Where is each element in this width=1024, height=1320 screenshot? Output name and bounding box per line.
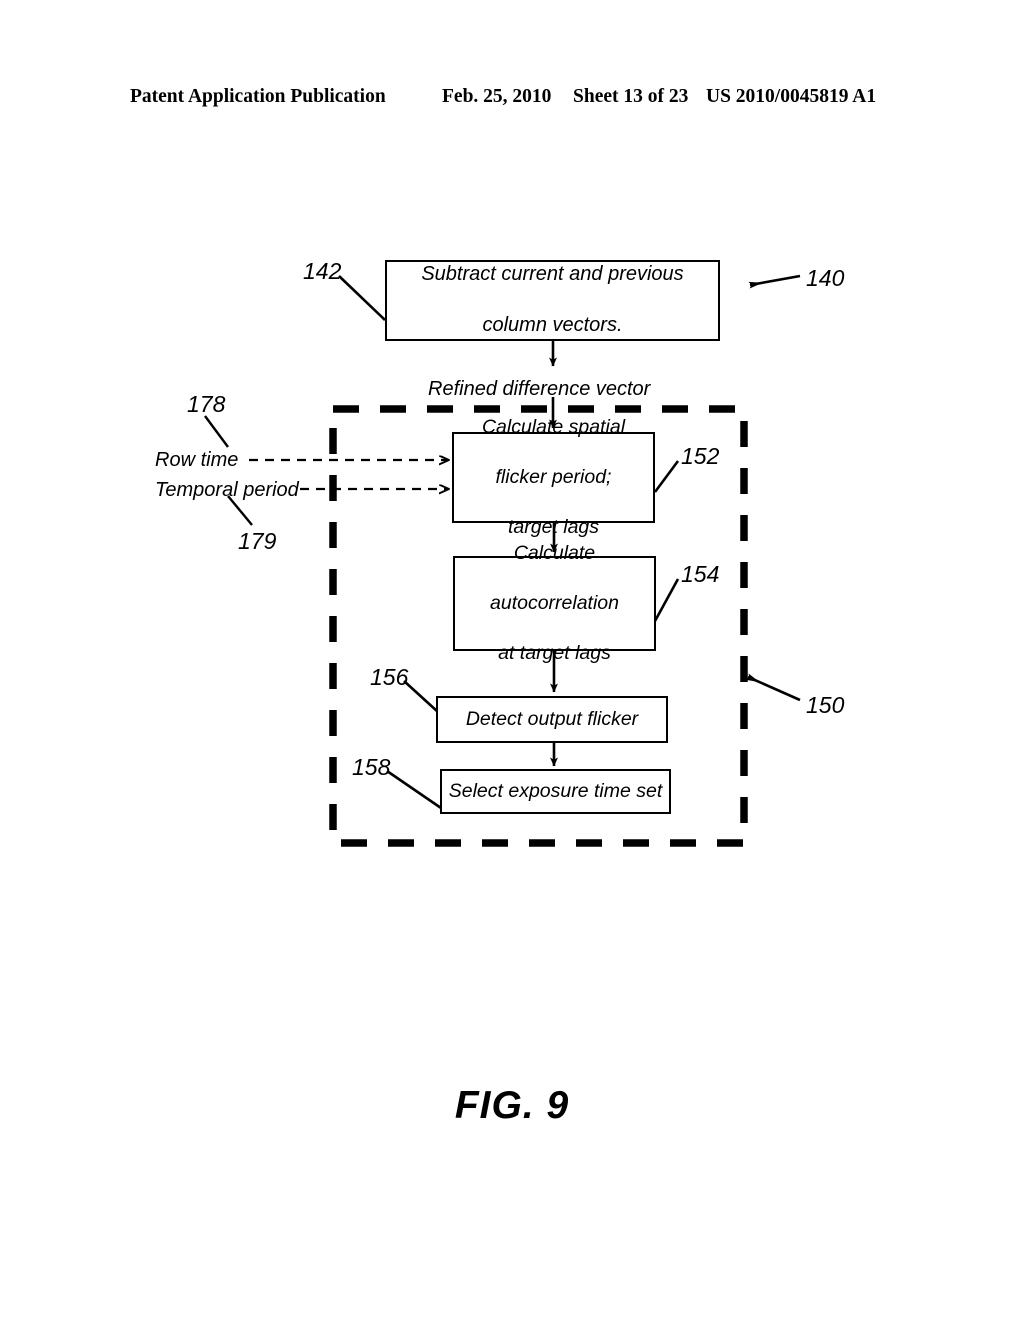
figure-caption: FIG. 9 [454, 1084, 570, 1127]
reference-numeral-179: 179 [238, 528, 277, 554]
leader-154 [653, 578, 680, 622]
leader-158 [386, 769, 442, 810]
leader-156 [403, 680, 439, 713]
label-temporal-period-input: Temporal period [155, 479, 299, 501]
process-box-152[interactable]: Calculate spatial flicker period; target l… [452, 416, 655, 538]
reference-numeral-178: 178 [187, 391, 226, 417]
reference-numeral-152: 152 [681, 443, 720, 469]
box-152-line1: Calculate spatial [481, 416, 626, 439]
leader-178 [204, 415, 229, 448]
leader-140 [748, 274, 801, 289]
process-box-158[interactable]: Select exposure time set [440, 769, 671, 814]
box-154-line1: Calculate [513, 542, 596, 565]
patent-drawing-page: Patent Application Publication Feb. 25, … [0, 0, 1024, 1320]
leader-152 [653, 460, 680, 493]
process-box-154[interactable]: Calculate autocorrelation at target lags [453, 542, 656, 664]
process-box-142[interactable]: Subtract current and previous column vect… [385, 260, 720, 341]
reference-numeral-154: 154 [681, 561, 720, 587]
box-154-line3: at target lags [498, 641, 611, 664]
box-152-line2: flicker period; [495, 466, 612, 489]
box-156-text: Detect output flicker [465, 708, 639, 731]
label-refined-difference-vector: Refined difference vector [428, 378, 651, 400]
reference-numeral-150: 150 [806, 692, 845, 718]
box-142-text: Subtract current and previous column vect… [409, 262, 695, 339]
box-154-text: Calculate autocorrelation at target lags [478, 541, 631, 666]
reference-numeral-156: 156 [370, 664, 409, 690]
box-158-text: Select exposure time set [448, 780, 663, 803]
reference-numeral-142: 142 [303, 258, 342, 284]
leader-150 [745, 673, 801, 702]
box-142-line1: Subtract current and previous [421, 263, 684, 286]
reference-numeral-140: 140 [806, 265, 845, 291]
label-row-time-input: Row time [155, 449, 239, 471]
box-142-line2: column vectors. [482, 314, 623, 337]
box-152-text: Calculate spatial flicker period; target l… [470, 415, 637, 540]
box-152-line3: target lags [507, 515, 600, 538]
process-box-156[interactable]: Detect output flicker [436, 696, 668, 743]
reference-numeral-158: 158 [352, 754, 391, 780]
box-154-line2: autocorrelation [490, 592, 619, 615]
leader-142 [338, 275, 386, 321]
